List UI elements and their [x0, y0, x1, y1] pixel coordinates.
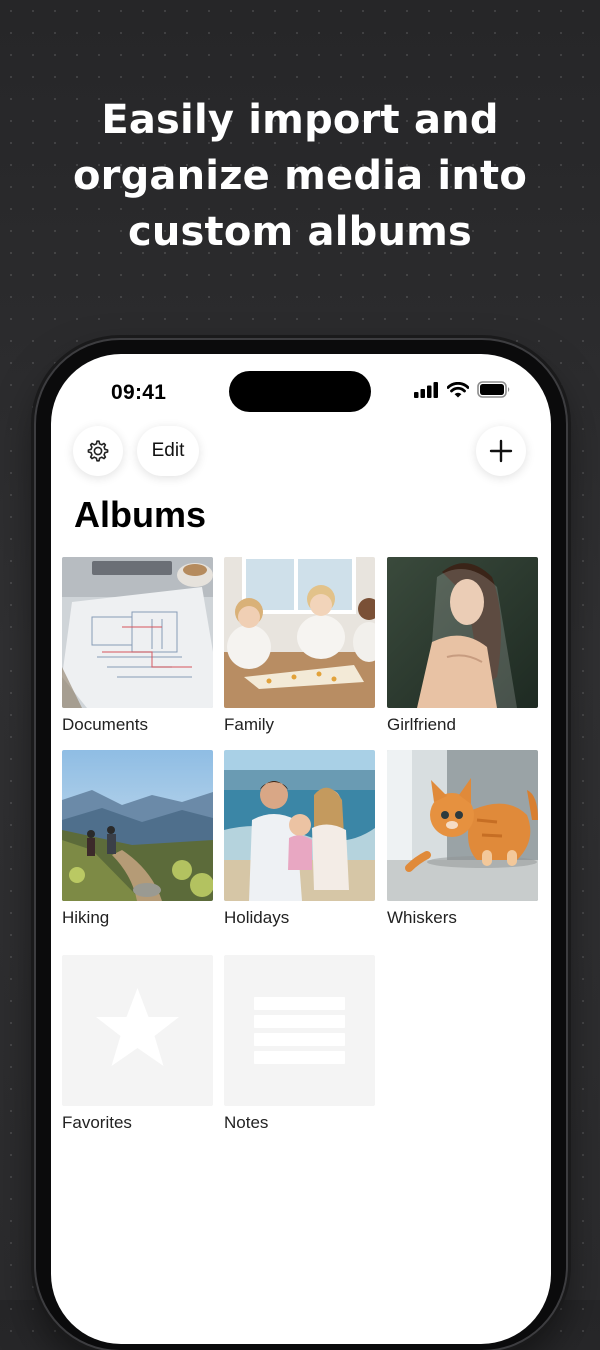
settings-button[interactable] — [73, 426, 123, 476]
dynamic-island — [229, 371, 371, 412]
edit-button[interactable]: Edit — [137, 426, 199, 476]
plus-icon — [489, 439, 513, 463]
album-thumbnail — [224, 750, 375, 901]
headline-line-3: custom albums — [127, 209, 473, 255]
album-hiking[interactable]: Hiking — [62, 750, 213, 928]
album-thumbnail — [62, 557, 213, 708]
add-album-button[interactable] — [476, 426, 526, 476]
album-thumbnail — [224, 955, 375, 1106]
album-label: Family — [224, 715, 275, 734]
star-icon — [96, 988, 179, 1066]
album-thumbnail — [224, 557, 375, 708]
page-title: Albums — [74, 494, 207, 535]
album-label: Favorites — [62, 1113, 132, 1132]
phone-frame: 09:41 Edit Albums Documents Family Girlf… — [36, 340, 566, 1350]
album-thumbnail — [387, 557, 538, 708]
cellular-signal-icon — [414, 381, 438, 398]
album-label: Documents — [62, 715, 148, 734]
album-family[interactable]: Family — [224, 557, 375, 735]
promo-headline: Easily import and organize media into cu… — [0, 92, 600, 260]
wifi-icon — [447, 381, 469, 397]
headline-line-2: organize media into — [72, 153, 527, 199]
headline-line-1: Easily import and — [101, 97, 499, 143]
album-thumbnail — [62, 750, 213, 901]
album-notes[interactable]: Notes — [224, 955, 375, 1133]
album-label: Girlfriend — [387, 715, 456, 734]
gear-icon — [87, 440, 109, 462]
album-label: Hiking — [62, 908, 110, 927]
album-label: Holidays — [224, 908, 290, 927]
battery-icon — [477, 381, 510, 398]
album-holidays[interactable]: Holidays — [224, 750, 375, 928]
text-lines-icon — [254, 997, 345, 1064]
status-time: 09:41 — [111, 381, 167, 404]
album-documents[interactable]: Documents — [62, 557, 213, 735]
status-icons — [414, 381, 511, 398]
album-thumbnail — [62, 955, 213, 1106]
album-label: Whiskers — [387, 908, 457, 927]
album-whiskers[interactable]: Whiskers — [387, 750, 538, 928]
phone-screen: 09:41 Edit Albums Documents Family Girlf… — [51, 354, 551, 1344]
album-favorites[interactable]: Favorites — [62, 955, 213, 1133]
album-girlfriend[interactable]: Girlfriend — [387, 557, 538, 735]
album-thumbnail — [387, 750, 538, 901]
album-label: Notes — [224, 1113, 269, 1132]
